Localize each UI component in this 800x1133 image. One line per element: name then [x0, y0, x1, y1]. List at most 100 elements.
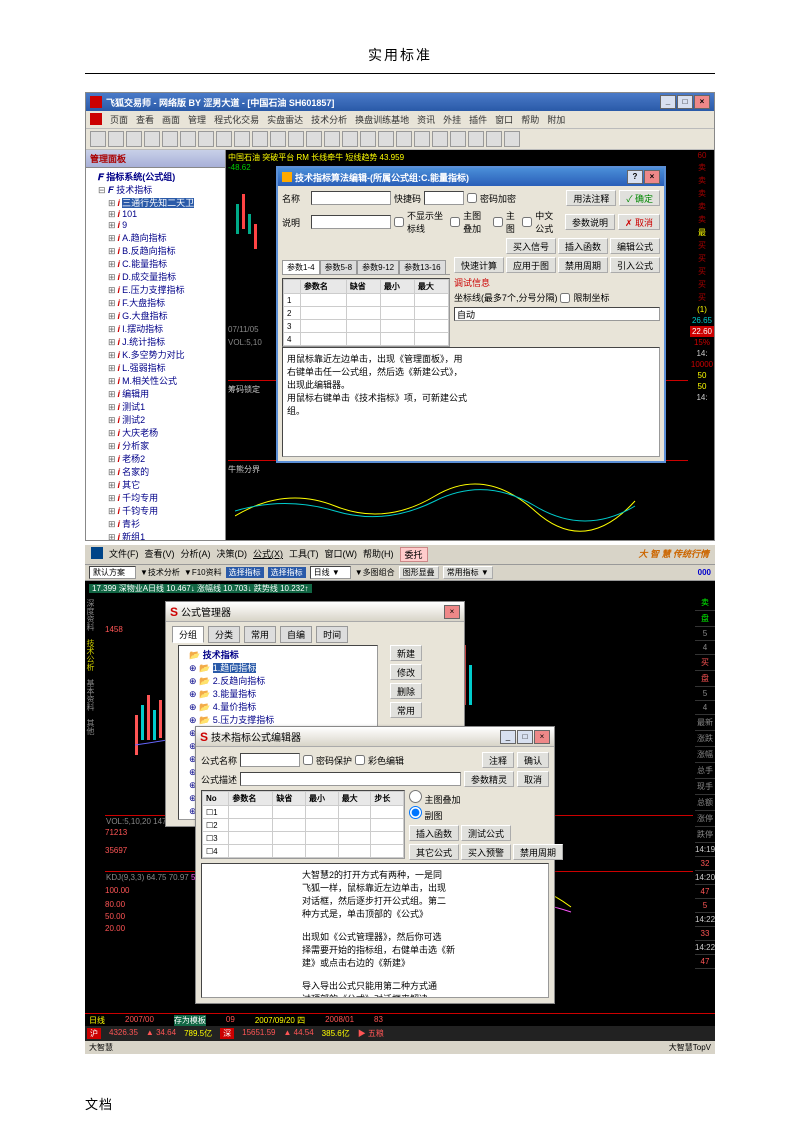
menu-item[interactable]: 窗口(W)	[325, 547, 358, 562]
toolbar-button[interactable]	[270, 131, 286, 147]
toolbar-button[interactable]	[324, 131, 340, 147]
tree-item[interactable]: ⊕ 📂 3.能量指标	[181, 687, 375, 700]
toolbar-button[interactable]	[396, 131, 412, 147]
insfn-button[interactable]: 插入函数	[409, 825, 459, 841]
tree-item[interactable]: ⊕ 📂 4.量价指标	[181, 700, 375, 713]
ok-button[interactable]: 确认	[517, 752, 549, 768]
menu-item[interactable]: 页面	[110, 113, 128, 126]
paramdesc-button[interactable]: 参数说明	[565, 214, 615, 230]
buy-button[interactable]: 买入预警	[461, 844, 511, 860]
tree-item[interactable]: ⊞i新组1	[88, 530, 223, 540]
tree-item[interactable]: ⊞i101	[88, 209, 223, 220]
toolbar-button[interactable]	[90, 131, 106, 147]
menu-item[interactable]: 实盘雷达	[267, 113, 303, 126]
tab[interactable]: 常用	[244, 626, 276, 643]
ds-button[interactable]: 图形显叠	[399, 566, 439, 579]
tree-item[interactable]: ⊞iF.大盘指标	[88, 296, 223, 309]
tree-item[interactable]: ⊞i大庆老杨	[88, 426, 223, 439]
tree-item[interactable]: ⊞iJ.统计指标	[88, 335, 223, 348]
menu-item[interactable]: 资讯	[417, 113, 435, 126]
menu-item[interactable]: 决策(D)	[217, 547, 248, 562]
insfn-button[interactable]: 插入函数	[558, 238, 608, 254]
menu-item[interactable]: 分析(A)	[181, 547, 211, 562]
menu-item[interactable]: 帮助(H)	[363, 547, 394, 562]
sel-button[interactable]: 选择指标	[226, 567, 264, 578]
tree-item[interactable]: ⊞iK.多空势力对比	[88, 348, 223, 361]
dialog-help-button[interactable]: ?	[627, 170, 643, 184]
toolbar-button[interactable]	[180, 131, 196, 147]
toolbar-button[interactable]	[252, 131, 268, 147]
toolbar-button[interactable]	[468, 131, 484, 147]
nohd-checkbox[interactable]	[394, 217, 404, 227]
delete-button[interactable]: 删除	[390, 683, 422, 699]
password-checkbox[interactable]	[467, 193, 477, 203]
dialog-close-button[interactable]: ×	[534, 730, 550, 744]
usage-button[interactable]: 用法注释	[566, 190, 616, 206]
note-button[interactable]: 注释	[482, 752, 514, 768]
menu-item[interactable]: 画面	[162, 113, 180, 126]
edit-button[interactable]: 编辑公式	[610, 238, 660, 254]
tree-item[interactable]: ⊞i名家的	[88, 465, 223, 478]
tree-item[interactable]: ⊞i千钧专用	[88, 504, 223, 517]
menu-item[interactable]: 工具(T)	[289, 547, 319, 562]
tree-item[interactable]: ⊞i9	[88, 220, 223, 231]
cn-checkbox[interactable]	[522, 217, 532, 227]
weituo-button[interactable]: 委托	[400, 547, 428, 562]
tree-branch[interactable]: ⊟ 𝑭 技术指标	[88, 183, 223, 196]
ci-button[interactable]: 常用指标 ▼	[443, 566, 493, 579]
tree-item[interactable]: ⊞iI.摆动指标	[88, 322, 223, 335]
forbid-button[interactable]: 禁用周期	[513, 844, 563, 860]
tree-item[interactable]: ⊞i老杨2	[88, 452, 223, 465]
tree-item[interactable]: ⊞iB.反趋向指标	[88, 244, 223, 257]
limit-checkbox[interactable]	[560, 293, 570, 303]
mt-dropdown[interactable]: ▼多图组合	[355, 567, 395, 578]
minimize-button[interactable]: _	[500, 730, 516, 744]
toolbar-button[interactable]	[144, 131, 160, 147]
left-tab[interactable]: 基本资料	[85, 675, 96, 715]
tree-item[interactable]: ⊞i其它	[88, 478, 223, 491]
tree-root[interactable]: 𝑭 指标系统(公式组)	[88, 170, 223, 183]
menu-item[interactable]: 帮助	[521, 113, 539, 126]
name-input[interactable]	[240, 753, 300, 767]
toolbar-button[interactable]	[450, 131, 466, 147]
pwd-checkbox[interactable]	[303, 755, 313, 765]
cancel-button[interactable]: 取消	[517, 771, 549, 787]
tab[interactable]: 时间	[316, 626, 348, 643]
minimize-button[interactable]: _	[660, 95, 676, 109]
menu-item[interactable]: 查看(V)	[145, 547, 175, 562]
tab[interactable]: 分类	[208, 626, 240, 643]
desc-input[interactable]	[311, 215, 391, 229]
ok-button[interactable]: ✓ 确定	[619, 190, 660, 206]
import-button[interactable]: 引入公式	[610, 257, 660, 273]
period-dropdown[interactable]: 日线 ▼	[310, 566, 351, 579]
toolbar-button[interactable]	[504, 131, 520, 147]
tree-item[interactable]: ⊞i分析家	[88, 439, 223, 452]
desc-input[interactable]	[240, 772, 461, 786]
tree-item[interactable]: ⊞iG.大盘指标	[88, 309, 223, 322]
formula-textarea[interactable]: 用鼠标靠近左边单击，出现《管理面板》，用 右键单击任一公式组，然后选《新建公式》…	[282, 347, 660, 457]
selp-button[interactable]: 选择指标	[268, 567, 306, 578]
menu-item[interactable]: 技术分析	[311, 113, 347, 126]
tree-item[interactable]: ⊞iL.强弱指标	[88, 361, 223, 374]
modify-button[interactable]: 修改	[390, 664, 422, 680]
sub-radio[interactable]	[409, 806, 422, 819]
tree-item[interactable]: ⊞i测试1	[88, 400, 223, 413]
tree-item[interactable]: ⊞i青衫	[88, 517, 223, 530]
apply-button[interactable]: 应用于图	[506, 257, 556, 273]
menu-item[interactable]: 插件	[469, 113, 487, 126]
toolbar-button[interactable]	[126, 131, 142, 147]
menu-item[interactable]: 窗口	[495, 113, 513, 126]
left-tab[interactable]: 其他	[85, 715, 96, 739]
tab[interactable]: 参数13-16	[399, 260, 445, 274]
tree-item[interactable]: ⊕ 📂 1.趋向指标	[181, 661, 375, 674]
toolbar-button[interactable]	[486, 131, 502, 147]
main-checkbox[interactable]	[450, 217, 460, 227]
name-input[interactable]	[311, 191, 391, 205]
left-tab[interactable]: 深度资料	[85, 595, 96, 635]
editor-textarea[interactable]: 大智慧2的打开方式有两种，一是同 飞狐一样，鼠标靠近左边单击，出现 对话框，然后…	[201, 863, 549, 998]
menu-item[interactable]: 外挂	[443, 113, 461, 126]
new-button[interactable]: 新建	[390, 645, 422, 661]
shortcut-input[interactable]	[424, 191, 464, 205]
toolbar-button[interactable]	[432, 131, 448, 147]
common-button[interactable]: 常用	[390, 702, 422, 718]
